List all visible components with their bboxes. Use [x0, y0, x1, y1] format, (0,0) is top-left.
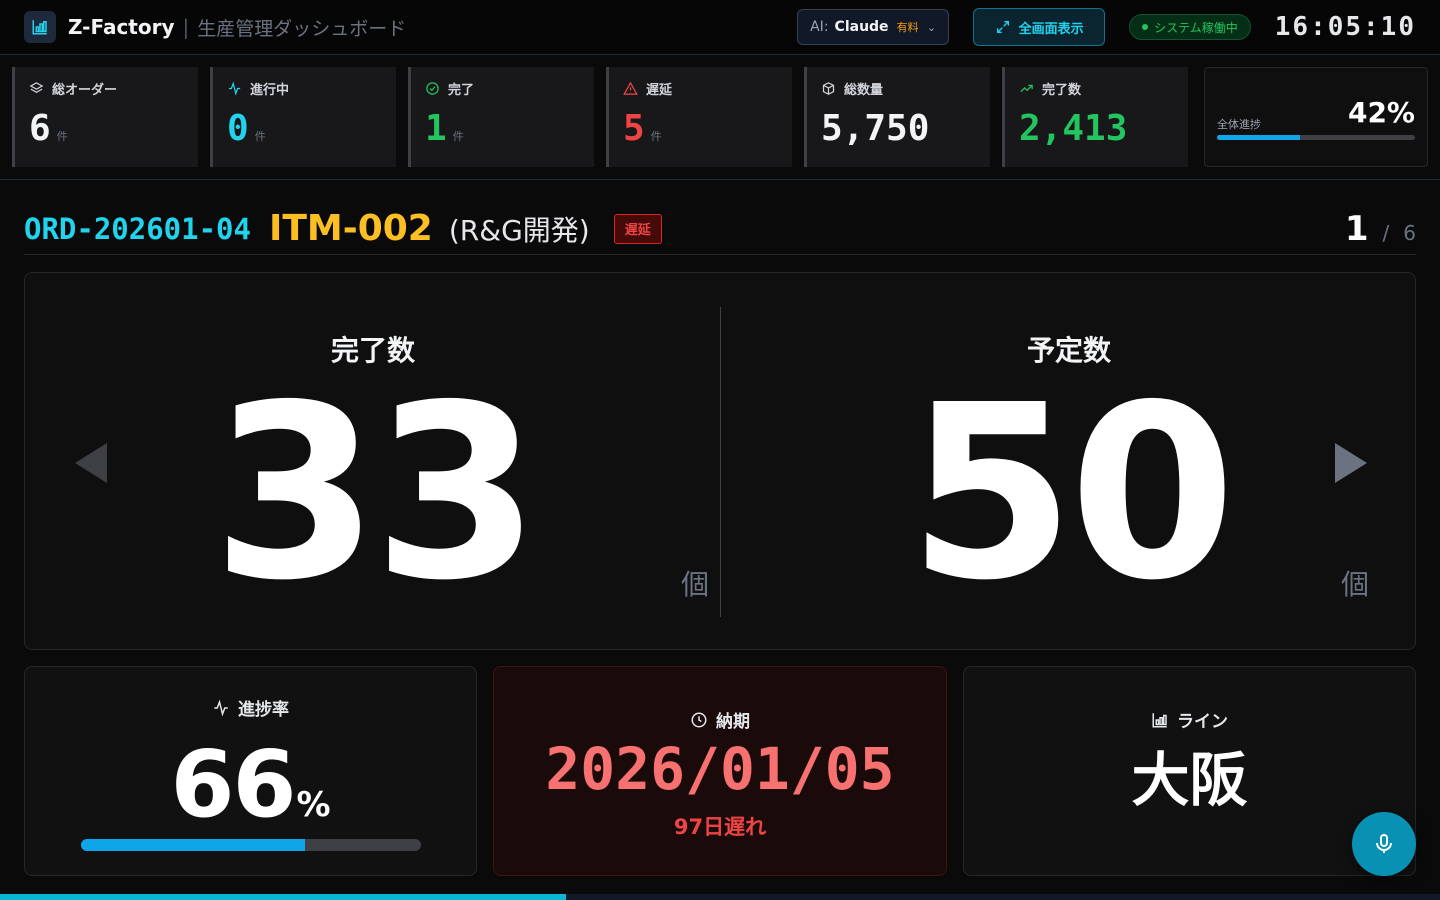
order-id: ORD-202601-04	[24, 211, 251, 246]
activity-icon	[214, 698, 228, 717]
progress-rate-value: 66	[170, 731, 296, 838]
kpi-card-completed-count: 完了数 2,413	[1002, 67, 1188, 167]
page-total: 6	[1403, 220, 1416, 245]
section-divider	[0, 179, 1440, 180]
page-progress-fill	[0, 894, 566, 900]
app-header: Z-Factory | 生産管理ダッシュボード AI: Claude 有料 ⌄ …	[0, 0, 1440, 55]
trending-up-icon	[1020, 84, 1033, 93]
app-title: Z-Factory	[68, 15, 175, 39]
ai-select-label: AI:	[810, 19, 829, 35]
planned-count-unit: 個	[1340, 568, 1369, 601]
completed-count-section: 完了数 33 個	[25, 273, 721, 649]
kpi-card-in-progress: 進行中 0件	[210, 67, 396, 167]
ai-tier-badge: 有料	[896, 21, 919, 34]
overall-progress-fill	[1217, 135, 1301, 140]
system-status-label: システム稼働中	[1154, 20, 1238, 35]
next-order-arrow-icon[interactable]	[1335, 443, 1367, 483]
kpi-value: 5	[623, 108, 645, 149]
planned-count-section: 予定数 50 個	[721, 273, 1417, 649]
kpi-value: 1	[425, 108, 447, 149]
kpi-label: 総オーダー	[52, 83, 118, 98]
kpi-value: 0	[227, 108, 249, 149]
overall-progress-bar	[1217, 135, 1415, 140]
progress-rate-label: 進捗率	[238, 700, 289, 720]
order-pager: 1 / 6	[1345, 209, 1416, 249]
item-code: ITM-002	[268, 208, 433, 249]
title-separator: |	[182, 15, 190, 39]
status-dot-icon	[1142, 24, 1149, 30]
factory-icon	[1152, 712, 1167, 727]
planned-count-value: 50	[908, 353, 1236, 633]
kpi-value: 2,413	[1019, 108, 1128, 149]
kpi-card-total-quantity: 総数量 5,750	[804, 67, 990, 167]
kpi-unit: 件	[650, 130, 662, 143]
kpi-label: 完了	[448, 83, 475, 98]
kpi-label: 進行中	[250, 83, 290, 98]
box-icon	[822, 82, 835, 95]
app-subtitle: 生産管理ダッシュボード	[197, 17, 407, 40]
system-status-badge: システム稼働中	[1129, 14, 1251, 40]
clock: 16:05:10	[1274, 12, 1416, 42]
chevron-down-icon: ⌄	[926, 20, 937, 34]
progress-rate-fill	[81, 839, 306, 851]
fullscreen-button[interactable]: 全画面表示	[973, 8, 1106, 46]
progress-rate-bar	[81, 839, 421, 851]
alert-triangle-icon	[623, 81, 638, 95]
ai-model-select[interactable]: AI: Claude 有料 ⌄	[797, 9, 950, 45]
kpi-label: 完了数	[1042, 83, 1082, 98]
due-date-label: 納期	[716, 712, 750, 732]
kpi-value: 5,750	[821, 108, 930, 149]
overall-progress-percent: 42%	[1347, 96, 1415, 129]
completed-count-unit: 個	[680, 568, 709, 601]
kpi-row: 総オーダー 6件 進行中 0件 完了 1件 遅延 5件 総数量 5,750 完了…	[12, 67, 1188, 167]
kpi-unit: 件	[452, 130, 464, 143]
page-current: 1	[1344, 208, 1369, 249]
kpi-card-completed: 完了 1件	[408, 67, 594, 167]
prev-order-arrow-icon[interactable]	[75, 443, 107, 483]
order-header: ORD-202601-04 ITM-002 (R&G開発) 遅延 1 / 6	[24, 203, 1416, 255]
voice-input-button[interactable]	[1352, 812, 1416, 876]
check-circle-icon	[426, 82, 439, 95]
kpi-card-delayed: 遅延 5件	[606, 67, 792, 167]
progress-rate-unit: %	[296, 785, 331, 825]
fullscreen-label: 全画面表示	[1018, 21, 1084, 37]
kpi-label: 遅延	[646, 83, 673, 98]
kpi-card-total-orders: 総オーダー 6件	[12, 67, 198, 167]
microphone-icon	[1376, 834, 1392, 853]
overall-progress-label: 全体進捗	[1217, 118, 1261, 131]
line-value: 大阪	[1131, 746, 1248, 814]
page-progress-bar	[0, 894, 1440, 900]
kpi-unit: 件	[56, 130, 68, 143]
kpi-unit: 件	[254, 130, 266, 143]
line-label: ライン	[1177, 712, 1228, 732]
activity-icon	[228, 81, 241, 96]
maximize-icon	[996, 21, 1009, 33]
kpi-label: 総数量	[844, 83, 884, 98]
progress-rate-card: 進捗率 66%	[24, 666, 477, 876]
due-date-card: 納期 2026/01/05 97日遅れ	[493, 666, 947, 876]
kpi-value: 6	[29, 108, 51, 149]
due-date-value: 2026/01/05	[545, 735, 895, 803]
item-name: (R&G開発)	[448, 213, 590, 247]
clock-icon	[691, 712, 707, 727]
status-badge: 遅延	[613, 213, 662, 244]
ai-select-value: Claude	[834, 19, 889, 35]
layers-icon	[29, 82, 44, 93]
overdue-text: 97日遅れ	[673, 815, 767, 839]
line-card: ライン 大阪	[963, 666, 1416, 876]
page-separator: /	[1382, 220, 1390, 245]
overall-progress-card: 全体進捗 42%	[1204, 67, 1428, 167]
count-panel: 完了数 33 個 予定数 50 個	[24, 272, 1416, 650]
factory-logo-icon	[24, 11, 56, 43]
completed-count-value: 33	[212, 353, 540, 633]
